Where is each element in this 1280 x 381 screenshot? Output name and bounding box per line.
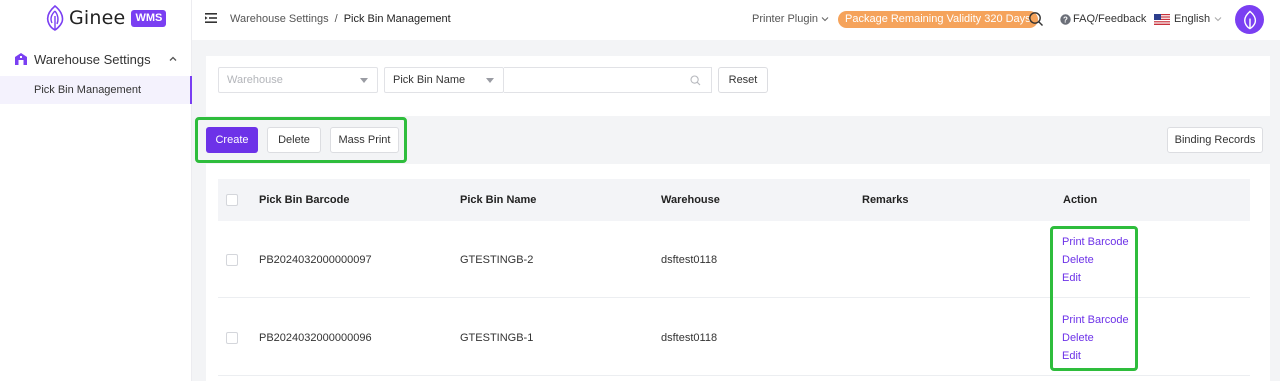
cell-barcode: PB2024032000000096 [259,332,372,344]
print-barcode-link[interactable]: Print Barcode [1062,236,1129,248]
sidebar: Ginee WMS Warehouse Settings Pick Bin Ma… [0,0,192,381]
warehouse-select[interactable]: Warehouse [218,67,378,93]
breadcrumb: Warehouse Settings / Pick Bin Management [230,13,451,25]
edit-link[interactable]: Edit [1062,350,1129,362]
edit-link[interactable]: Edit [1062,272,1129,284]
user-avatar[interactable] [1235,5,1264,34]
sidebar-group-warehouse-settings[interactable]: Warehouse Settings [0,46,192,72]
delete-link[interactable]: Delete [1062,254,1129,266]
cell-warehouse: dsftest0118 [661,332,718,344]
search-icon[interactable] [1028,11,1044,27]
validity-badge: Package Remaining Validity 320 Days [838,11,1038,28]
print-barcode-link[interactable]: Print Barcode [1062,314,1129,326]
action-toolbar: Create Delete Mass Print Binding Records [206,116,1270,164]
pick-bin-table: Pick Bin Barcode Pick Bin Name Warehouse… [206,164,1270,381]
row-actions: Print Barcode Delete Edit [1062,236,1129,284]
sidebar-item-pick-bin-management[interactable]: Pick Bin Management [0,76,192,104]
column-header-name: Pick Bin Name [460,194,537,206]
caret-down-icon [360,78,368,83]
table-header: Pick Bin Barcode Pick Bin Name Warehouse… [218,179,1250,221]
chevron-down-icon [821,17,829,22]
svg-text:?: ? [1063,15,1068,24]
filter-panel: Warehouse Pick Bin Name Reset [206,56,1270,116]
cell-name: GTESTINGB-2 [460,254,534,266]
column-header-warehouse: Warehouse [661,194,720,206]
breadcrumb-separator: / [334,13,338,25]
faq-feedback-link[interactable]: ? FAQ/Feedback [1060,13,1146,25]
binding-records-button[interactable]: Binding Records [1167,127,1263,153]
logo[interactable]: Ginee WMS [44,4,167,32]
table-row: PB2024032000000096 GTESTINGB-1 dsftest01… [218,299,1250,376]
ginee-logo-icon [46,4,64,31]
row-checkbox[interactable] [226,254,238,266]
row-actions: Print Barcode Delete Edit [1062,314,1129,362]
logo-text: Ginee [69,7,126,29]
column-header-remarks: Remarks [862,194,909,206]
menu-collapse-icon[interactable] [204,11,218,25]
search-input[interactable] [504,67,712,93]
caret-down-icon [486,78,494,83]
cell-barcode: PB2024032000000097 [259,254,372,266]
column-header-action: Action [1063,194,1098,206]
create-button[interactable]: Create [206,127,258,153]
chevron-down-icon [1214,17,1222,22]
ginee-logo-icon [1243,10,1256,29]
printer-plugin-dropdown[interactable]: Printer Plugin [752,13,829,25]
breadcrumb-item-current: Pick Bin Management [343,13,451,25]
column-header-barcode: Pick Bin Barcode [259,194,350,206]
faq-label: FAQ/Feedback [1073,13,1147,25]
top-header: Warehouse Settings / Pick Bin Management… [192,0,1280,40]
search-field-select[interactable]: Pick Bin Name [384,67,504,93]
language-selector[interactable]: English [1154,13,1222,25]
sidebar-group-label: Warehouse Settings [34,51,151,67]
reset-button[interactable]: Reset [718,67,768,93]
chevron-up-icon[interactable] [168,54,178,64]
printer-plugin-label: Printer Plugin [752,13,819,25]
select-all-checkbox[interactable] [226,194,238,206]
row-checkbox[interactable] [226,332,238,344]
mass-print-button[interactable]: Mass Print [330,127,399,153]
table-row: PB2024032000000097 GTESTINGB-2 dsftest01… [218,221,1250,298]
breadcrumb-item-warehouse-settings[interactable]: Warehouse Settings [230,13,329,25]
warehouse-select-placeholder: Warehouse [227,74,283,86]
wms-badge: WMS [131,9,167,27]
cell-warehouse: dsftest0118 [661,254,718,266]
cell-name: GTESTINGB-1 [460,332,534,344]
warehouse-icon [15,53,27,65]
help-icon: ? [1060,13,1071,25]
delete-button[interactable]: Delete [267,127,321,153]
us-flag-icon [1154,13,1170,25]
language-label: English [1174,13,1211,25]
search-icon[interactable] [690,75,701,86]
delete-link[interactable]: Delete [1062,332,1129,344]
sidebar-item-label: Pick Bin Management [34,84,141,96]
search-field-select-value: Pick Bin Name [393,74,466,86]
